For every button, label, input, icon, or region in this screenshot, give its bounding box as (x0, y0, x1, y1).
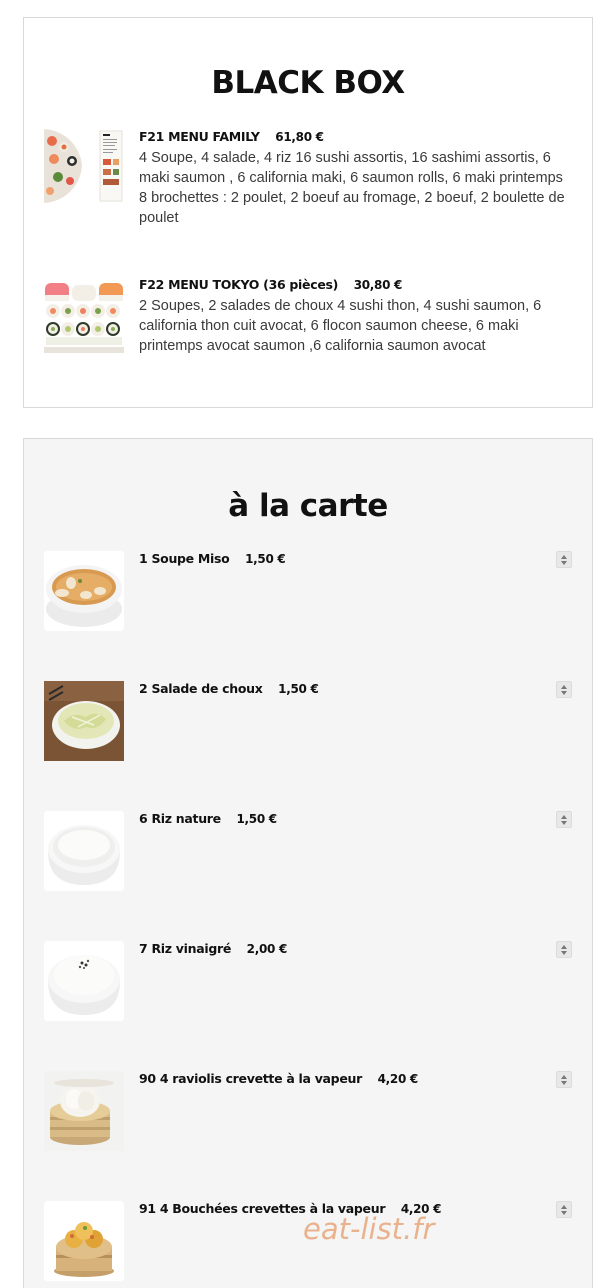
chevron-down-icon[interactable] (561, 690, 567, 695)
item-price: 1,50 € (278, 682, 319, 696)
carte-item-riz-nature[interactable]: 6 Riz nature 1,50 € (44, 811, 574, 891)
sushi-rolls-image (44, 277, 124, 356)
quantity-stepper[interactable] (556, 1071, 572, 1088)
watermark: eat-list.fr (303, 1212, 435, 1246)
quantity-stepper[interactable] (556, 1201, 572, 1218)
black-box-title: BLACK BOX (211, 65, 405, 101)
chevron-down-icon[interactable] (561, 1210, 567, 1215)
chevron-down-icon[interactable] (561, 820, 567, 825)
menu-item-f21[interactable]: F21 MENU FAMILY 61,80 € 4 Soupe, 4 salad… (44, 129, 574, 229)
carte-item-header: 1 Soupe Miso 1,50 € (139, 551, 544, 566)
quantity-stepper[interactable] (556, 811, 572, 828)
item-price: 1,50 € (236, 812, 277, 826)
quantity-stepper[interactable] (556, 551, 572, 568)
item-name: 1 Soupe Miso (139, 551, 230, 566)
item-name: 2 Salade de choux (139, 681, 263, 696)
item-name: F21 MENU FAMILY (139, 129, 260, 144)
carte-item-raviolis-crevette[interactable]: 90 4 raviolis crevette à la vapeur 4,20 … (44, 1071, 574, 1151)
chevron-up-icon[interactable] (561, 1204, 567, 1209)
item-name: 7 Riz vinaigré (139, 941, 232, 956)
carte-item-salade-choux[interactable]: 2 Salade de choux 1,50 € (44, 681, 574, 761)
miso-soup-image (44, 551, 124, 631)
carte-item-soupe-miso[interactable]: 1 Soupe Miso 1,50 € (44, 551, 574, 631)
item-price: 1,50 € (245, 552, 286, 566)
carte-item-header: 7 Riz vinaigré 2,00 € (139, 941, 544, 956)
carte-item-riz-vinaigre[interactable]: 7 Riz vinaigré 2,00 € (44, 941, 574, 1021)
chevron-down-icon[interactable] (561, 1080, 567, 1085)
shrimp-bouchees-image (44, 1201, 124, 1281)
item-name: 90 4 raviolis crevette à la vapeur (139, 1071, 362, 1086)
chevron-up-icon[interactable] (561, 554, 567, 559)
chevron-up-icon[interactable] (561, 814, 567, 819)
chevron-down-icon[interactable] (561, 560, 567, 565)
item-price: 61,80 € (275, 130, 324, 144)
cabbage-salad-image (44, 681, 124, 761)
carte-item-header: 2 Salade de choux 1,50 € (139, 681, 544, 696)
carte-item-header: 6 Riz nature 1,50 € (139, 811, 544, 826)
sushi-platter-menu-image (44, 129, 124, 203)
shrimp-dumplings-image (44, 1071, 124, 1151)
black-box-section: BLACK BOX F21 MENU FAMILY 61,80 € 4 Soup… (23, 17, 593, 408)
item-description: 2 Soupes, 2 salades de choux 4 sushi tho… (139, 298, 542, 354)
item-name: F22 MENU TOKYO (36 pièces) (139, 277, 339, 292)
item-price: 2,00 € (246, 942, 288, 956)
quantity-stepper[interactable] (556, 681, 572, 698)
carte-item-header: 90 4 raviolis crevette à la vapeur 4,20 … (139, 1071, 544, 1086)
a-la-carte-section: à la carte 1 Soupe Miso 1,50 € 2 Salade … (23, 438, 593, 1288)
item-description: 4 Soupe, 4 salade, 4 riz 16 sushi assort… (139, 150, 565, 226)
item-price: 30,80 € (353, 278, 403, 292)
chevron-up-icon[interactable] (561, 944, 567, 949)
quantity-stepper[interactable] (556, 941, 572, 958)
a-la-carte-title: à la carte (228, 488, 388, 524)
menu-item-header: F22 MENU TOKYO (36 pièces) 30,80 € (139, 277, 544, 292)
item-name: 6 Riz nature (139, 811, 221, 826)
item-price: 4,20 € (377, 1072, 419, 1086)
vinegar-rice-image (44, 941, 124, 1021)
chevron-up-icon[interactable] (561, 1074, 567, 1079)
plain-rice-image (44, 811, 124, 891)
menu-item-f22[interactable]: F22 MENU TOKYO (36 pièces) 30,80 € 2 Sou… (44, 277, 574, 357)
menu-item-header: F21 MENU FAMILY 61,80 € (139, 129, 544, 144)
chevron-up-icon[interactable] (561, 684, 567, 689)
chevron-down-icon[interactable] (561, 950, 567, 955)
